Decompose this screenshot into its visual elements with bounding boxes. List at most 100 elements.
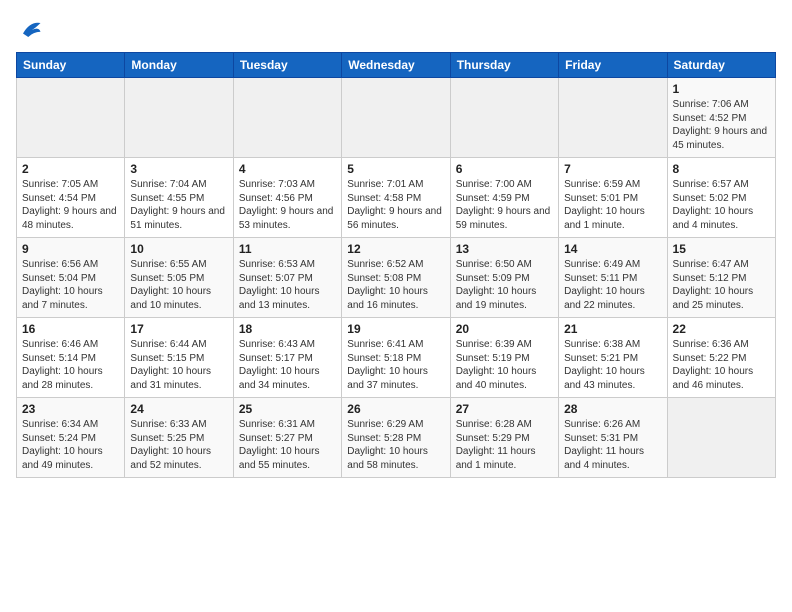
weekday-header: Tuesday: [233, 53, 341, 78]
day-info: Sunrise: 6:41 AM Sunset: 5:18 PM Dayligh…: [347, 338, 444, 392]
day-number: 13: [456, 242, 553, 256]
day-info: Sunrise: 7:01 AM Sunset: 4:58 PM Dayligh…: [347, 178, 444, 232]
day-number: 18: [239, 322, 336, 336]
day-info: Sunrise: 6:31 AM Sunset: 5:27 PM Dayligh…: [239, 418, 336, 472]
day-info: Sunrise: 6:52 AM Sunset: 5:08 PM Dayligh…: [347, 258, 444, 312]
calendar-week-row: 1 Sunrise: 7:06 AM Sunset: 4:52 PM Daylig…: [17, 78, 776, 158]
day-number: 12: [347, 242, 444, 256]
day-number: 24: [130, 402, 227, 416]
calendar-cell: 17Sunrise: 6:44 AM Sunset: 5:15 PM Dayli…: [125, 318, 233, 398]
day-number: 5: [347, 162, 444, 176]
day-info: Sunrise: 7:03 AM Sunset: 4:56 PM Dayligh…: [239, 178, 336, 232]
day-number: 1: [673, 82, 770, 96]
calendar-cell: 4 Sunrise: 7:03 AM Sunset: 4:56 PM Daylig…: [233, 158, 341, 238]
day-info: Sunrise: 6:33 AM Sunset: 5:25 PM Dayligh…: [130, 418, 227, 472]
calendar-cell: 3 Sunrise: 7:04 AM Sunset: 4:55 PM Daylig…: [125, 158, 233, 238]
calendar-cell: 2 Sunrise: 7:05 AM Sunset: 4:54 PM Daylig…: [17, 158, 125, 238]
day-number: 23: [22, 402, 119, 416]
day-number: 6: [456, 162, 553, 176]
calendar-cell: 11Sunrise: 6:53 AM Sunset: 5:07 PM Dayli…: [233, 238, 341, 318]
day-info: Sunrise: 6:39 AM Sunset: 5:19 PM Dayligh…: [456, 338, 553, 392]
calendar-cell: 25 Sunrise: 6:31 AM Sunset: 5:27 PM Dayli…: [233, 398, 341, 478]
weekday-header: Saturday: [667, 53, 775, 78]
calendar-cell: 8 Sunrise: 6:57 AM Sunset: 5:02 PM Daylig…: [667, 158, 775, 238]
day-number: 25: [239, 402, 336, 416]
day-info: Sunrise: 6:56 AM Sunset: 5:04 PM Dayligh…: [22, 258, 119, 312]
day-info: Sunrise: 6:55 AM Sunset: 5:05 PM Dayligh…: [130, 258, 227, 312]
calendar-cell: 13 Sunrise: 6:50 AM Sunset: 5:09 PM Dayli…: [450, 238, 558, 318]
calendar-cell: 19Sunrise: 6:41 AM Sunset: 5:18 PM Dayli…: [342, 318, 450, 398]
day-info: Sunrise: 6:53 AM Sunset: 5:07 PM Dayligh…: [239, 258, 336, 312]
day-number: 2: [22, 162, 119, 176]
calendar-cell: 22 Sunrise: 6:36 AM Sunset: 5:22 PM Dayli…: [667, 318, 775, 398]
day-info: Sunrise: 6:46 AM Sunset: 5:14 PM Dayligh…: [22, 338, 119, 392]
calendar-cell: [450, 78, 558, 158]
day-number: 22: [673, 322, 770, 336]
day-number: 20: [456, 322, 553, 336]
day-info: Sunrise: 7:06 AM Sunset: 4:52 PM Dayligh…: [673, 98, 770, 152]
logo: [16, 16, 48, 44]
calendar-cell: 7 Sunrise: 6:59 AM Sunset: 5:01 PM Daylig…: [559, 158, 667, 238]
logo-bird-icon: [16, 16, 44, 44]
calendar-cell: [667, 398, 775, 478]
day-info: Sunrise: 7:05 AM Sunset: 4:54 PM Dayligh…: [22, 178, 119, 232]
day-info: Sunrise: 6:50 AM Sunset: 5:09 PM Dayligh…: [456, 258, 553, 312]
calendar-cell: 9 Sunrise: 6:56 AM Sunset: 5:04 PM Daylig…: [17, 238, 125, 318]
weekday-header: Friday: [559, 53, 667, 78]
day-number: 27: [456, 402, 553, 416]
calendar-cell: 6 Sunrise: 7:00 AM Sunset: 4:59 PM Daylig…: [450, 158, 558, 238]
day-number: 16: [22, 322, 119, 336]
day-info: Sunrise: 6:59 AM Sunset: 5:01 PM Dayligh…: [564, 178, 661, 232]
calendar-cell: [342, 78, 450, 158]
calendar-cell: 18 Sunrise: 6:43 AM Sunset: 5:17 PM Dayli…: [233, 318, 341, 398]
day-number: 10: [130, 242, 227, 256]
calendar-week-row: 9 Sunrise: 6:56 AM Sunset: 5:04 PM Daylig…: [17, 238, 776, 318]
day-number: 15: [673, 242, 770, 256]
day-number: 3: [130, 162, 227, 176]
calendar-cell: [559, 78, 667, 158]
calendar-cell: [125, 78, 233, 158]
calendar-cell: [17, 78, 125, 158]
day-info: Sunrise: 7:04 AM Sunset: 4:55 PM Dayligh…: [130, 178, 227, 232]
day-number: 9: [22, 242, 119, 256]
day-number: 28: [564, 402, 661, 416]
calendar-cell: 1 Sunrise: 7:06 AM Sunset: 4:52 PM Daylig…: [667, 78, 775, 158]
day-number: 14: [564, 242, 661, 256]
day-number: 17: [130, 322, 227, 336]
day-info: Sunrise: 6:47 AM Sunset: 5:12 PM Dayligh…: [673, 258, 770, 312]
calendar-cell: 20 Sunrise: 6:39 AM Sunset: 5:19 PM Dayli…: [450, 318, 558, 398]
day-info: Sunrise: 6:38 AM Sunset: 5:21 PM Dayligh…: [564, 338, 661, 392]
day-number: 4: [239, 162, 336, 176]
day-info: Sunrise: 6:26 AM Sunset: 5:31 PM Dayligh…: [564, 418, 661, 472]
day-number: 26: [347, 402, 444, 416]
calendar-cell: 15 Sunrise: 6:47 AM Sunset: 5:12 PM Dayli…: [667, 238, 775, 318]
calendar-cell: 26 Sunrise: 6:29 AM Sunset: 5:28 PM Dayli…: [342, 398, 450, 478]
calendar-cell: 12 Sunrise: 6:52 AM Sunset: 5:08 PM Dayli…: [342, 238, 450, 318]
day-info: Sunrise: 6:57 AM Sunset: 5:02 PM Dayligh…: [673, 178, 770, 232]
day-number: 8: [673, 162, 770, 176]
day-info: Sunrise: 6:43 AM Sunset: 5:17 PM Dayligh…: [239, 338, 336, 392]
day-info: Sunrise: 6:29 AM Sunset: 5:28 PM Dayligh…: [347, 418, 444, 472]
day-number: 7: [564, 162, 661, 176]
day-info: Sunrise: 7:00 AM Sunset: 4:59 PM Dayligh…: [456, 178, 553, 232]
calendar-cell: [233, 78, 341, 158]
calendar-cell: 24 Sunrise: 6:33 AM Sunset: 5:25 PM Dayli…: [125, 398, 233, 478]
day-info: Sunrise: 6:28 AM Sunset: 5:29 PM Dayligh…: [456, 418, 553, 472]
calendar-week-row: 2 Sunrise: 7:05 AM Sunset: 4:54 PM Daylig…: [17, 158, 776, 238]
calendar-cell: 14 Sunrise: 6:49 AM Sunset: 5:11 PM Dayli…: [559, 238, 667, 318]
day-info: Sunrise: 6:36 AM Sunset: 5:22 PM Dayligh…: [673, 338, 770, 392]
calendar-week-row: 23 Sunrise: 6:34 AM Sunset: 5:24 PM Dayli…: [17, 398, 776, 478]
calendar-table: SundayMondayTuesdayWednesdayThursdayFrid…: [16, 52, 776, 478]
day-info: Sunrise: 6:34 AM Sunset: 5:24 PM Dayligh…: [22, 418, 119, 472]
weekday-header: Monday: [125, 53, 233, 78]
weekday-header: Thursday: [450, 53, 558, 78]
calendar-cell: 10 Sunrise: 6:55 AM Sunset: 5:05 PM Dayli…: [125, 238, 233, 318]
weekday-header: Wednesday: [342, 53, 450, 78]
weekday-header: Sunday: [17, 53, 125, 78]
page-header: [16, 16, 776, 44]
calendar-cell: 16 Sunrise: 6:46 AM Sunset: 5:14 PM Dayli…: [17, 318, 125, 398]
day-info: Sunrise: 6:49 AM Sunset: 5:11 PM Dayligh…: [564, 258, 661, 312]
calendar-cell: 28 Sunrise: 6:26 AM Sunset: 5:31 PM Dayli…: [559, 398, 667, 478]
calendar-cell: 27 Sunrise: 6:28 AM Sunset: 5:29 PM Dayli…: [450, 398, 558, 478]
calendar-cell: 23 Sunrise: 6:34 AM Sunset: 5:24 PM Dayli…: [17, 398, 125, 478]
